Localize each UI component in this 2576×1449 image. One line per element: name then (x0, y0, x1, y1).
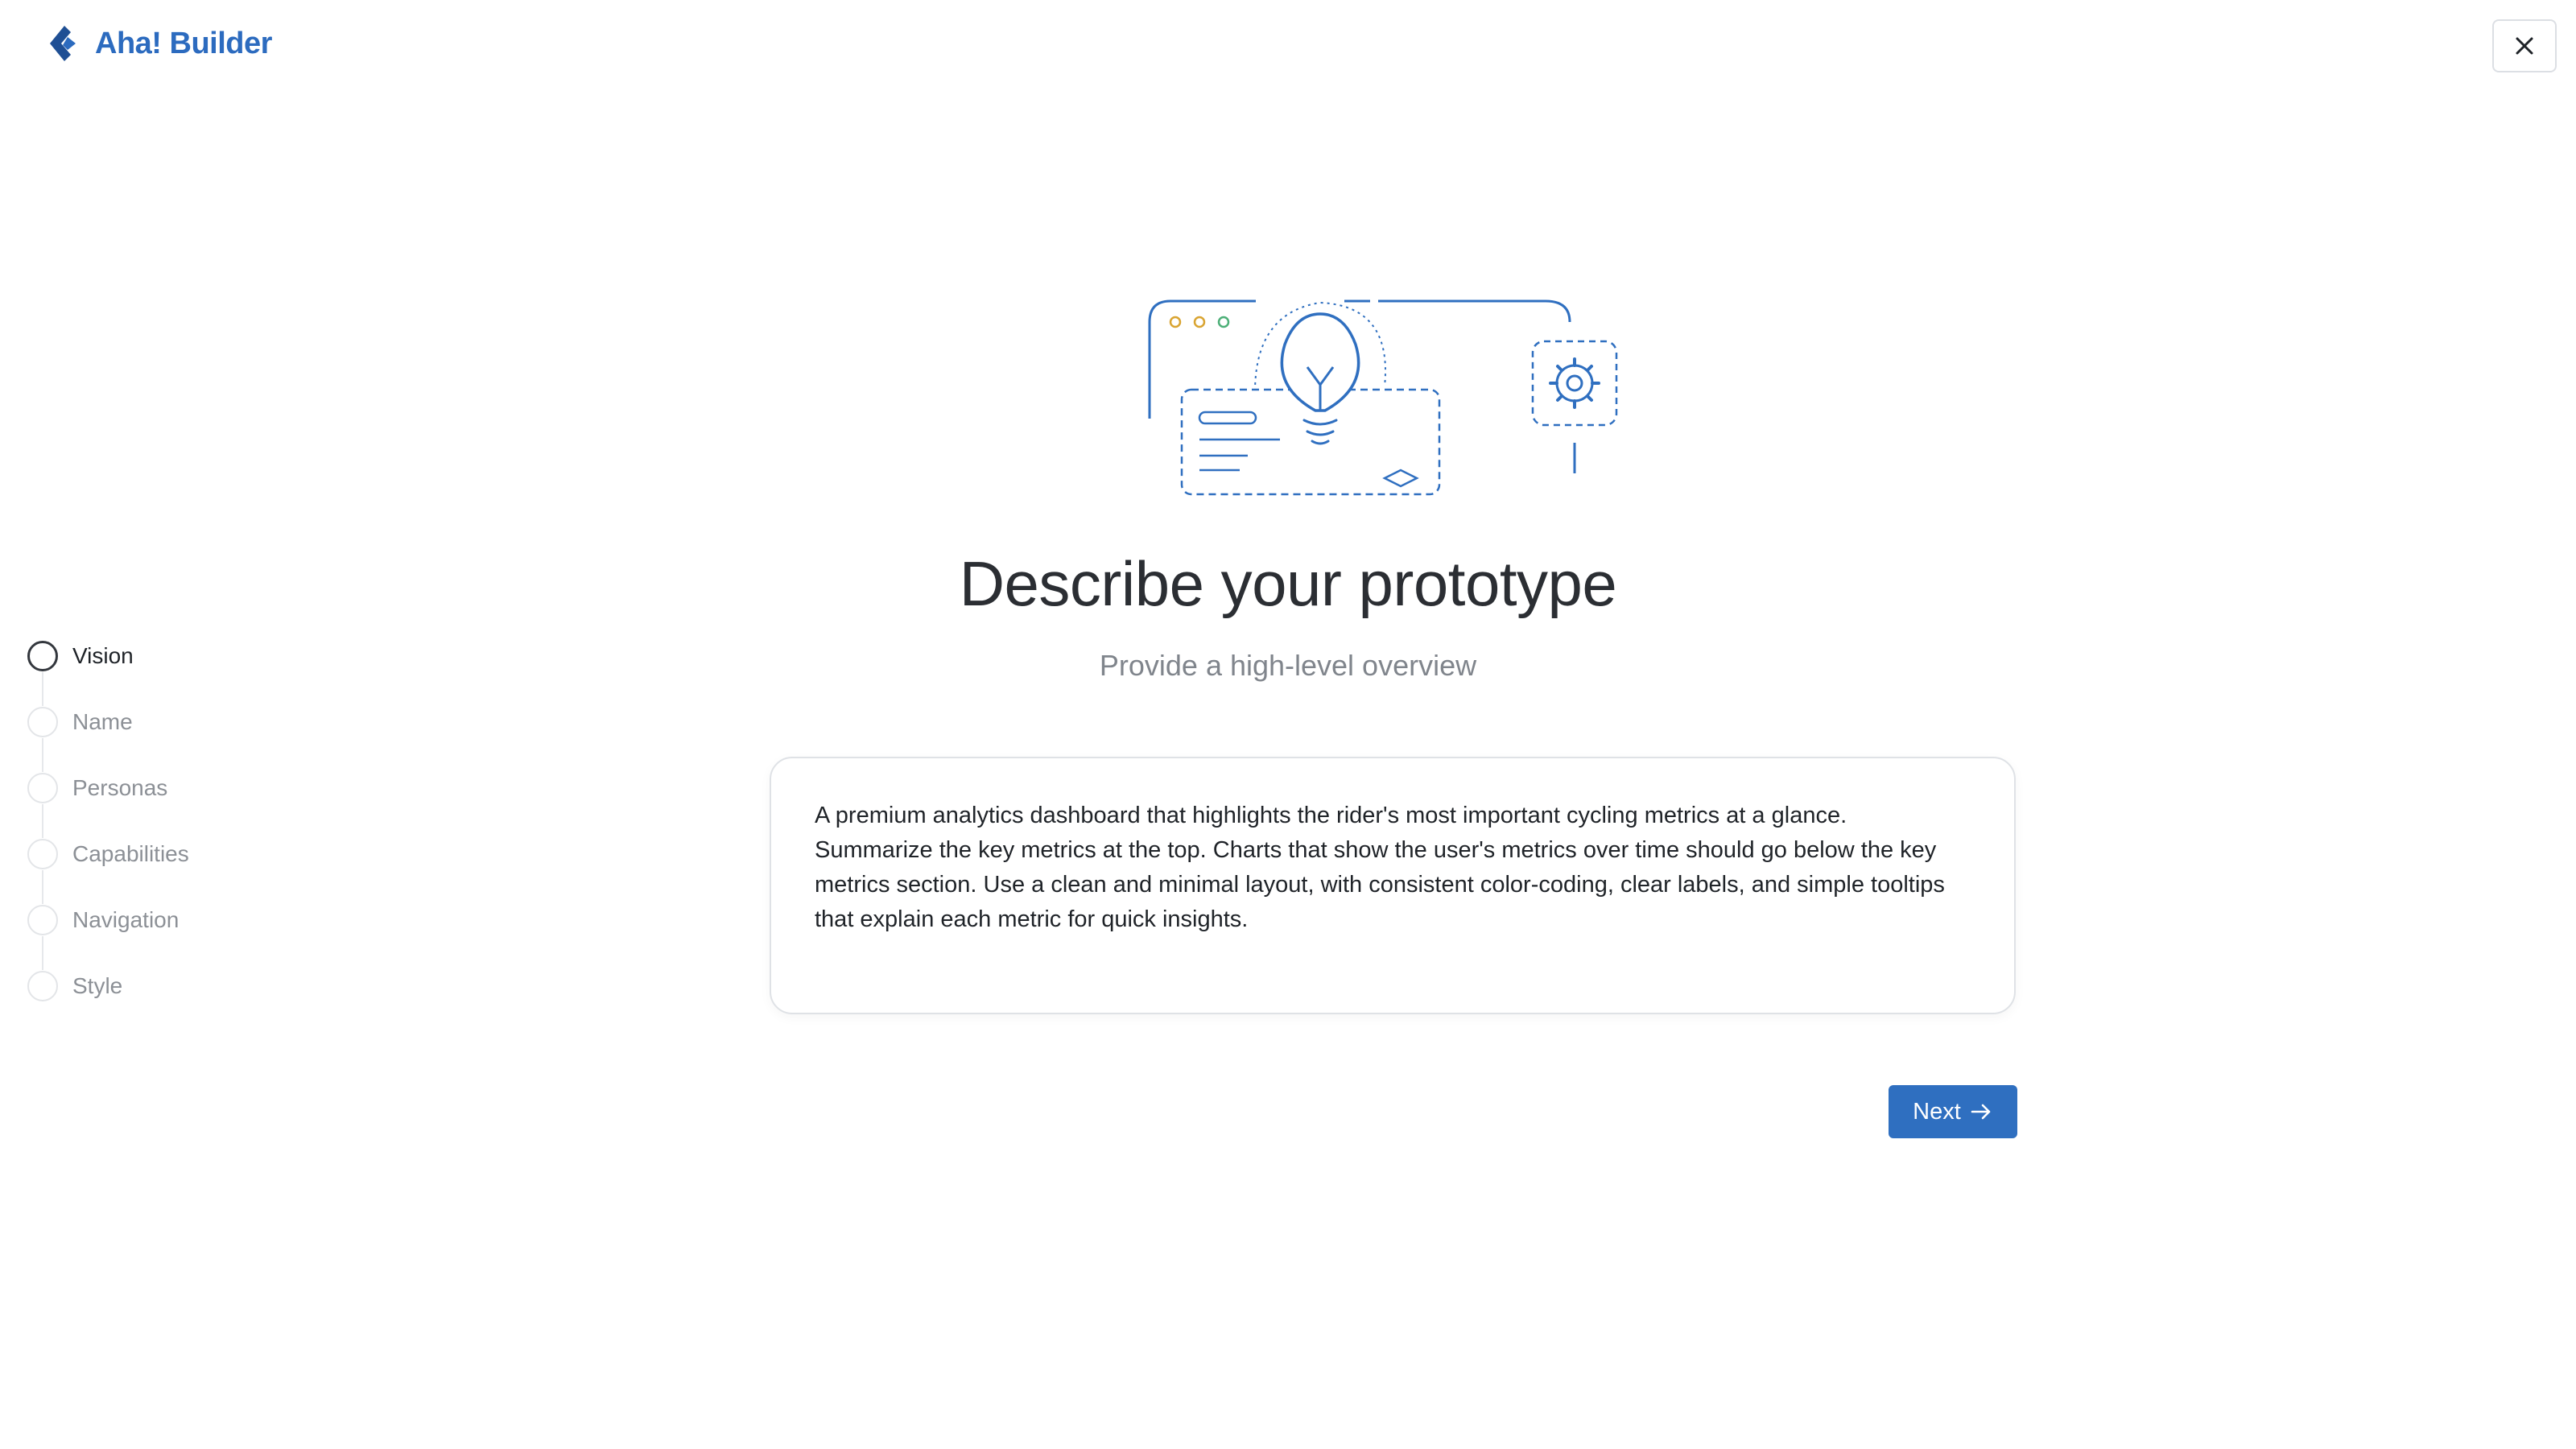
step-style[interactable]: Style (27, 953, 189, 1019)
step-indicator (27, 971, 58, 1001)
lightbulb-prototype-illustration (1148, 299, 1618, 496)
step-indicator (27, 773, 58, 803)
step-label: Style (72, 973, 123, 998)
step-connector (42, 936, 43, 970)
page-subtitle: Provide a high-level overview (1099, 649, 1477, 682)
step-label: Navigation (72, 907, 180, 932)
arrow-right-icon (1971, 1104, 1991, 1120)
step-indicator (27, 905, 58, 935)
step-label: Capabilities (72, 841, 189, 866)
step-indicator (27, 707, 58, 737)
close-button[interactable] (2492, 19, 2557, 72)
step-label: Name (72, 709, 133, 734)
brand-name: Aha! Builder (95, 26, 272, 60)
step-connector (42, 672, 43, 706)
step-indicator (27, 641, 58, 671)
description-input[interactable]: A premium analytics dashboard that highl… (815, 799, 1971, 972)
next-button-label: Next (1913, 1098, 1961, 1125)
brand-logo[interactable]: Aha! Builder (45, 23, 272, 64)
aha-logo-icon (50, 26, 76, 61)
step-connector (42, 804, 43, 838)
step-connector (42, 870, 43, 904)
step-personas[interactable]: Personas (27, 755, 189, 821)
step-indicator (27, 839, 58, 869)
onboarding-page: Aha! Builder Vision Name Personas Capabilit… (0, 0, 2576, 1449)
next-button[interactable]: Next (1889, 1085, 2017, 1138)
page-title: Describe your prototype (959, 548, 1617, 619)
step-name[interactable]: Name (27, 689, 189, 755)
description-card: A premium analytics dashboard that highl… (770, 757, 2016, 1014)
step-label: Personas (72, 775, 168, 800)
step-capabilities[interactable]: Capabilities (27, 821, 189, 887)
close-icon (2516, 37, 2533, 55)
step-navigation[interactable]: Navigation (27, 887, 189, 953)
step-connector (42, 738, 43, 772)
